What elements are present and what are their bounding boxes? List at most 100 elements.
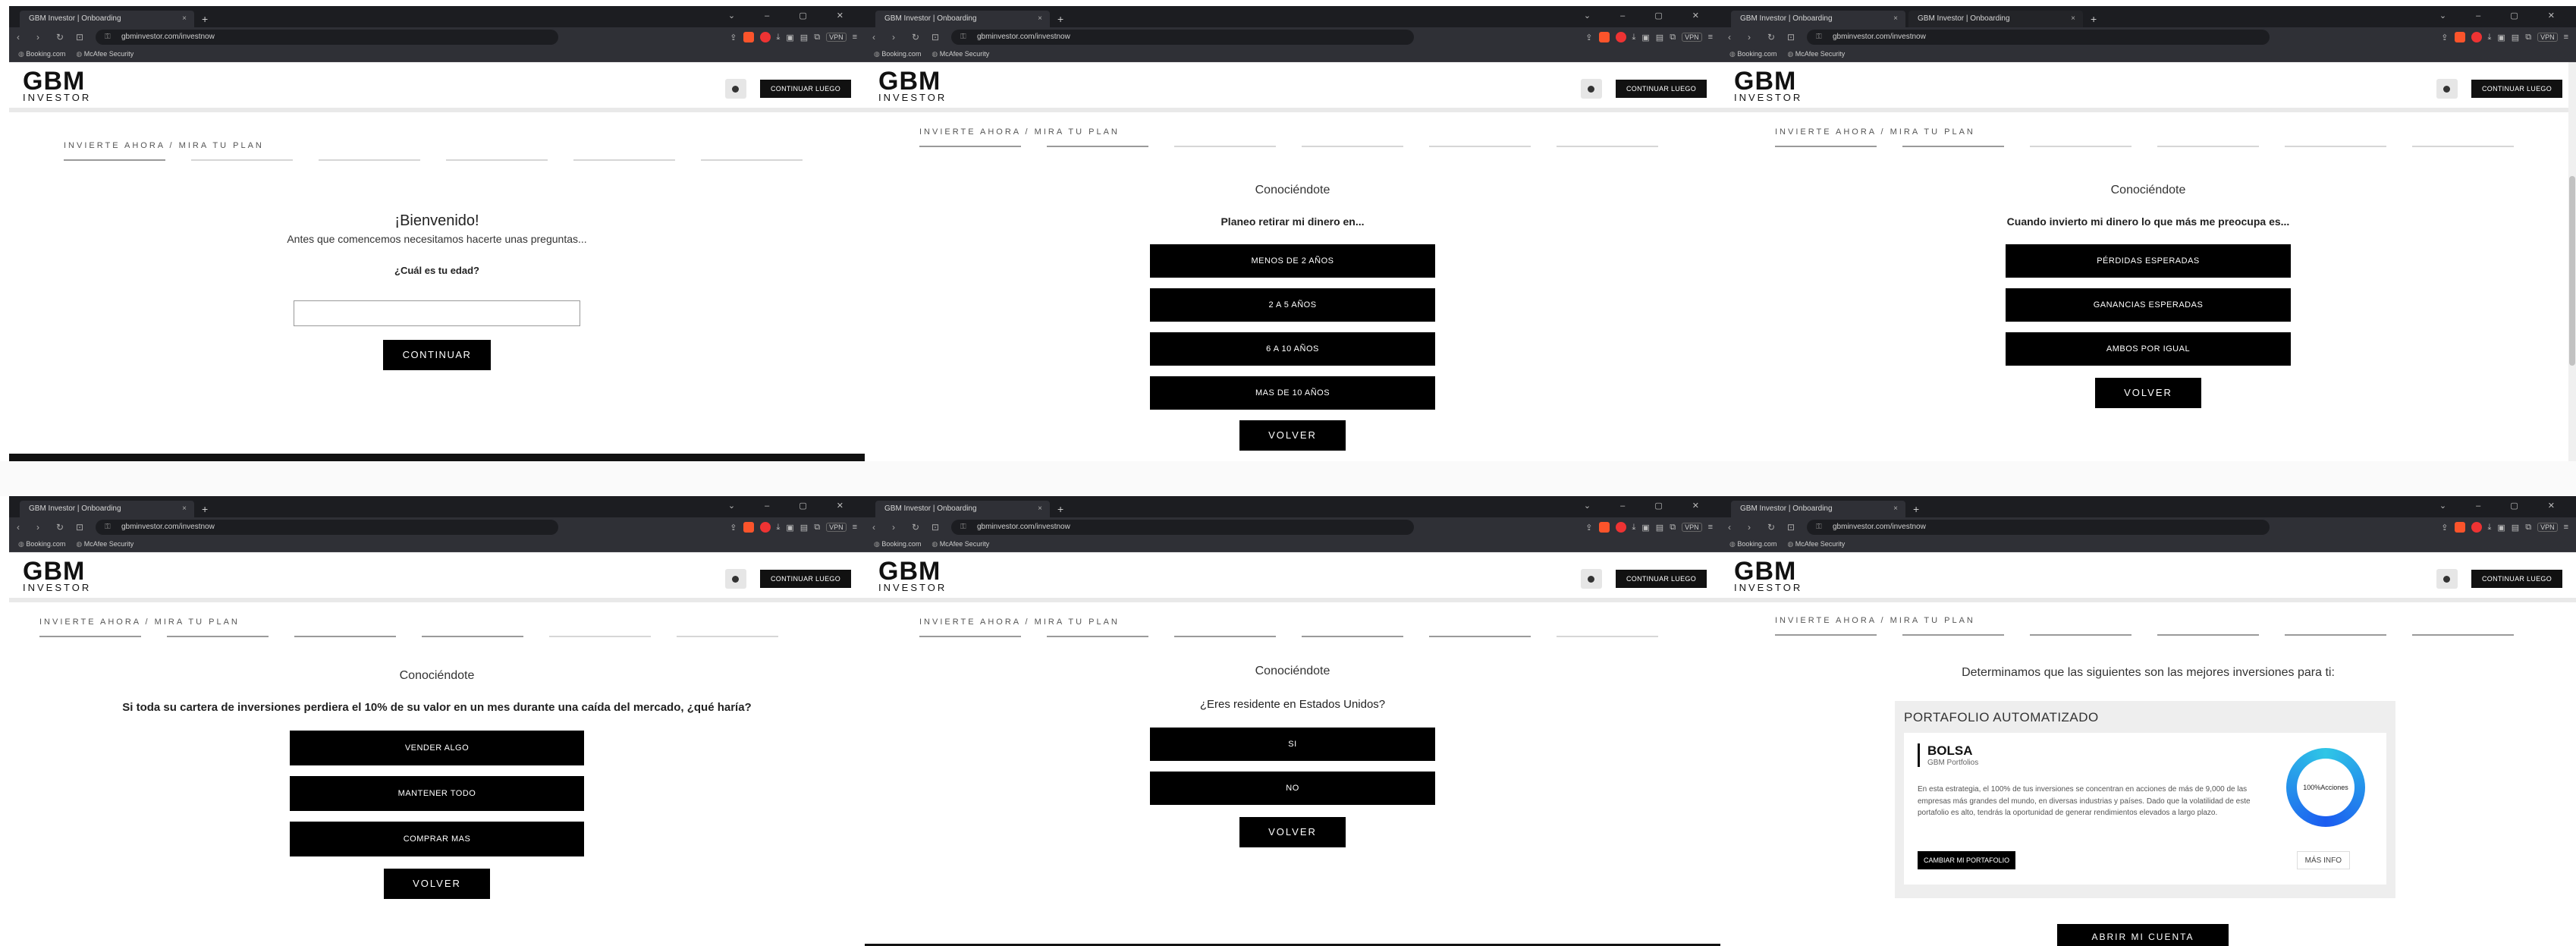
forward-arrow-icon[interactable]: › [1748, 32, 1758, 42]
brave-rewards-icon[interactable] [1615, 522, 1626, 533]
bookmark-mcafee[interactable]: McAfee Security [931, 50, 990, 58]
download-icon[interactable]: ⤓ [1632, 523, 1636, 533]
brave-rewards-icon[interactable] [759, 32, 771, 42]
share-icon[interactable]: ⇪ [1585, 33, 1592, 42]
browser-tab[interactable]: GBM Investor | Onboarding × [20, 501, 194, 517]
bookmark-icon[interactable]: ⊡ [931, 32, 942, 42]
tab-close-icon[interactable]: × [1038, 11, 1042, 27]
wallet-icon[interactable]: ▤ [1656, 33, 1663, 42]
new-tab-icon[interactable]: + [202, 501, 208, 517]
download-icon[interactable]: ⤓ [777, 33, 781, 42]
option-button[interactable]: 6 A 10 AÑOS [1150, 332, 1435, 366]
age-input[interactable] [294, 300, 580, 326]
bookmark-booking[interactable]: Booking.com [874, 50, 921, 58]
bookmark-booking[interactable]: Booking.com [874, 540, 921, 548]
reload-icon[interactable]: ↻ [56, 522, 67, 533]
forward-arrow-icon[interactable]: › [36, 32, 47, 42]
menu-icon[interactable]: ≡ [853, 523, 857, 532]
sidebar-icon[interactable]: ▣ [786, 33, 793, 42]
download-icon[interactable]: ⤓ [2488, 523, 2492, 533]
option-button[interactable]: 2 A 5 AÑOS [1150, 288, 1435, 322]
back-arrow-icon[interactable]: ‹ [872, 32, 883, 42]
browser-tab[interactable]: GBM Investor | Onboarding × [875, 11, 1050, 27]
download-icon[interactable]: ⤓ [1632, 33, 1636, 42]
back-arrow-icon[interactable]: ‹ [17, 32, 27, 42]
option-button[interactable]: AMBOS POR IGUAL [2006, 332, 2291, 366]
back-button[interactable]: VOLVER [1239, 420, 1346, 451]
forward-arrow-icon[interactable]: › [892, 522, 903, 533]
new-tab-icon[interactable]: + [1913, 501, 1919, 517]
bookmark-booking[interactable]: Booking.com [18, 50, 65, 58]
url-bar[interactable]: ⚿ gbminvestor.com/investnow [1807, 30, 2270, 45]
option-button[interactable]: VENDER ALGO [290, 731, 584, 765]
tab-close-icon[interactable]: × [1893, 501, 1898, 517]
brave-rewards-icon[interactable] [2471, 522, 2482, 533]
back-button[interactable]: VOLVER [1239, 817, 1346, 847]
new-tab-icon[interactable]: + [202, 11, 208, 27]
new-tab-icon[interactable]: + [1057, 501, 1063, 517]
sidebar-icon[interactable]: ▣ [786, 523, 793, 533]
continue-later-button[interactable]: CONTINUAR LUEGO [1615, 80, 1707, 98]
gbm-logo[interactable]: GBM INVESTOR [878, 68, 947, 102]
download-icon[interactable]: ⤓ [777, 523, 781, 533]
sidebar-icon[interactable]: ▣ [2497, 33, 2505, 42]
continue-button[interactable]: CONTINUAR [383, 340, 491, 370]
reload-icon[interactable]: ↻ [1767, 522, 1778, 533]
sidebar-icon[interactable]: ▣ [2497, 523, 2505, 533]
wallet-icon[interactable]: ▤ [800, 523, 808, 533]
tab-close-icon[interactable]: × [182, 501, 187, 517]
tab-close-icon[interactable]: × [1893, 11, 1898, 27]
user-icon[interactable] [724, 79, 746, 99]
continue-later-button[interactable]: CONTINUAR LUEGO [2471, 570, 2562, 588]
menu-icon[interactable]: ≡ [1708, 33, 1713, 42]
back-arrow-icon[interactable]: ‹ [17, 522, 27, 533]
continue-later-button[interactable]: CONTINUAR LUEGO [2471, 80, 2562, 98]
window-controls[interactable]: ⌄ – ▢ ✕ [1584, 11, 1713, 20]
user-icon[interactable] [2436, 79, 2458, 99]
scrollbar-thumb[interactable] [2569, 176, 2575, 366]
forward-arrow-icon[interactable]: › [1748, 522, 1758, 533]
reload-icon[interactable]: ↻ [1767, 32, 1778, 42]
url-bar[interactable]: ⚿ gbminvestor.com/investnow [96, 30, 558, 45]
share-icon[interactable]: ⇪ [1585, 523, 1592, 533]
extensions-icon[interactable]: ⧉ [814, 523, 820, 533]
window-controls[interactable]: ⌄ – ▢ ✕ [728, 11, 857, 20]
browser-tab[interactable]: GBM Investor | Onboarding × [1731, 501, 1905, 517]
brave-shield-icon[interactable] [2454, 522, 2465, 533]
option-button[interactable]: PÉRDIDAS ESPERADAS [2006, 244, 2291, 278]
bookmark-booking[interactable]: Booking.com [18, 540, 65, 548]
vpn-button[interactable]: VPN [2537, 523, 2558, 532]
open-account-button[interactable]: ABRIR MI CUENTA [2057, 924, 2229, 946]
wallet-icon[interactable]: ▤ [2512, 523, 2519, 533]
continue-later-button[interactable]: CONTINUAR LUEGO [759, 80, 851, 98]
bookmark-mcafee[interactable]: McAfee Security [76, 50, 134, 58]
vpn-button[interactable]: VPN [826, 523, 847, 532]
gbm-logo[interactable]: GBM INVESTOR [878, 558, 947, 592]
option-button[interactable]: NO [1150, 772, 1435, 805]
new-tab-icon[interactable]: + [2091, 11, 2097, 27]
back-arrow-icon[interactable]: ‹ [872, 522, 883, 533]
wallet-icon[interactable]: ▤ [2512, 33, 2519, 42]
sidebar-icon[interactable]: ▣ [1641, 523, 1649, 533]
sidebar-icon[interactable]: ▣ [1641, 33, 1649, 42]
browser-tab[interactable]: GBM Investor | Onboarding × [1731, 11, 1905, 27]
forward-arrow-icon[interactable]: › [892, 32, 903, 42]
bookmark-icon[interactable]: ⊡ [76, 32, 86, 42]
vpn-button[interactable]: VPN [2537, 33, 2558, 42]
continue-later-button[interactable]: CONTINUAR LUEGO [759, 570, 851, 588]
vpn-button[interactable]: VPN [1682, 33, 1702, 42]
url-bar[interactable]: ⚿ gbminvestor.com/investnow [1807, 520, 2270, 535]
option-button[interactable]: SI [1150, 728, 1435, 761]
bookmark-icon[interactable]: ⊡ [1787, 32, 1798, 42]
bookmark-icon[interactable]: ⊡ [1787, 522, 1798, 533]
url-bar[interactable]: ⚿ gbminvestor.com/investnow [951, 520, 1414, 535]
wallet-icon[interactable]: ▤ [800, 33, 808, 42]
extensions-icon[interactable]: ⧉ [2525, 33, 2531, 42]
option-button[interactable]: COMPRAR MAS [290, 822, 584, 856]
extensions-icon[interactable]: ⧉ [2525, 523, 2531, 533]
vpn-button[interactable]: VPN [1682, 523, 1702, 532]
tab-close-icon[interactable]: × [1038, 501, 1042, 517]
reload-icon[interactable]: ↻ [56, 32, 67, 42]
brave-shield-icon[interactable] [2454, 32, 2465, 42]
tab-close-icon[interactable]: × [2071, 11, 2075, 27]
